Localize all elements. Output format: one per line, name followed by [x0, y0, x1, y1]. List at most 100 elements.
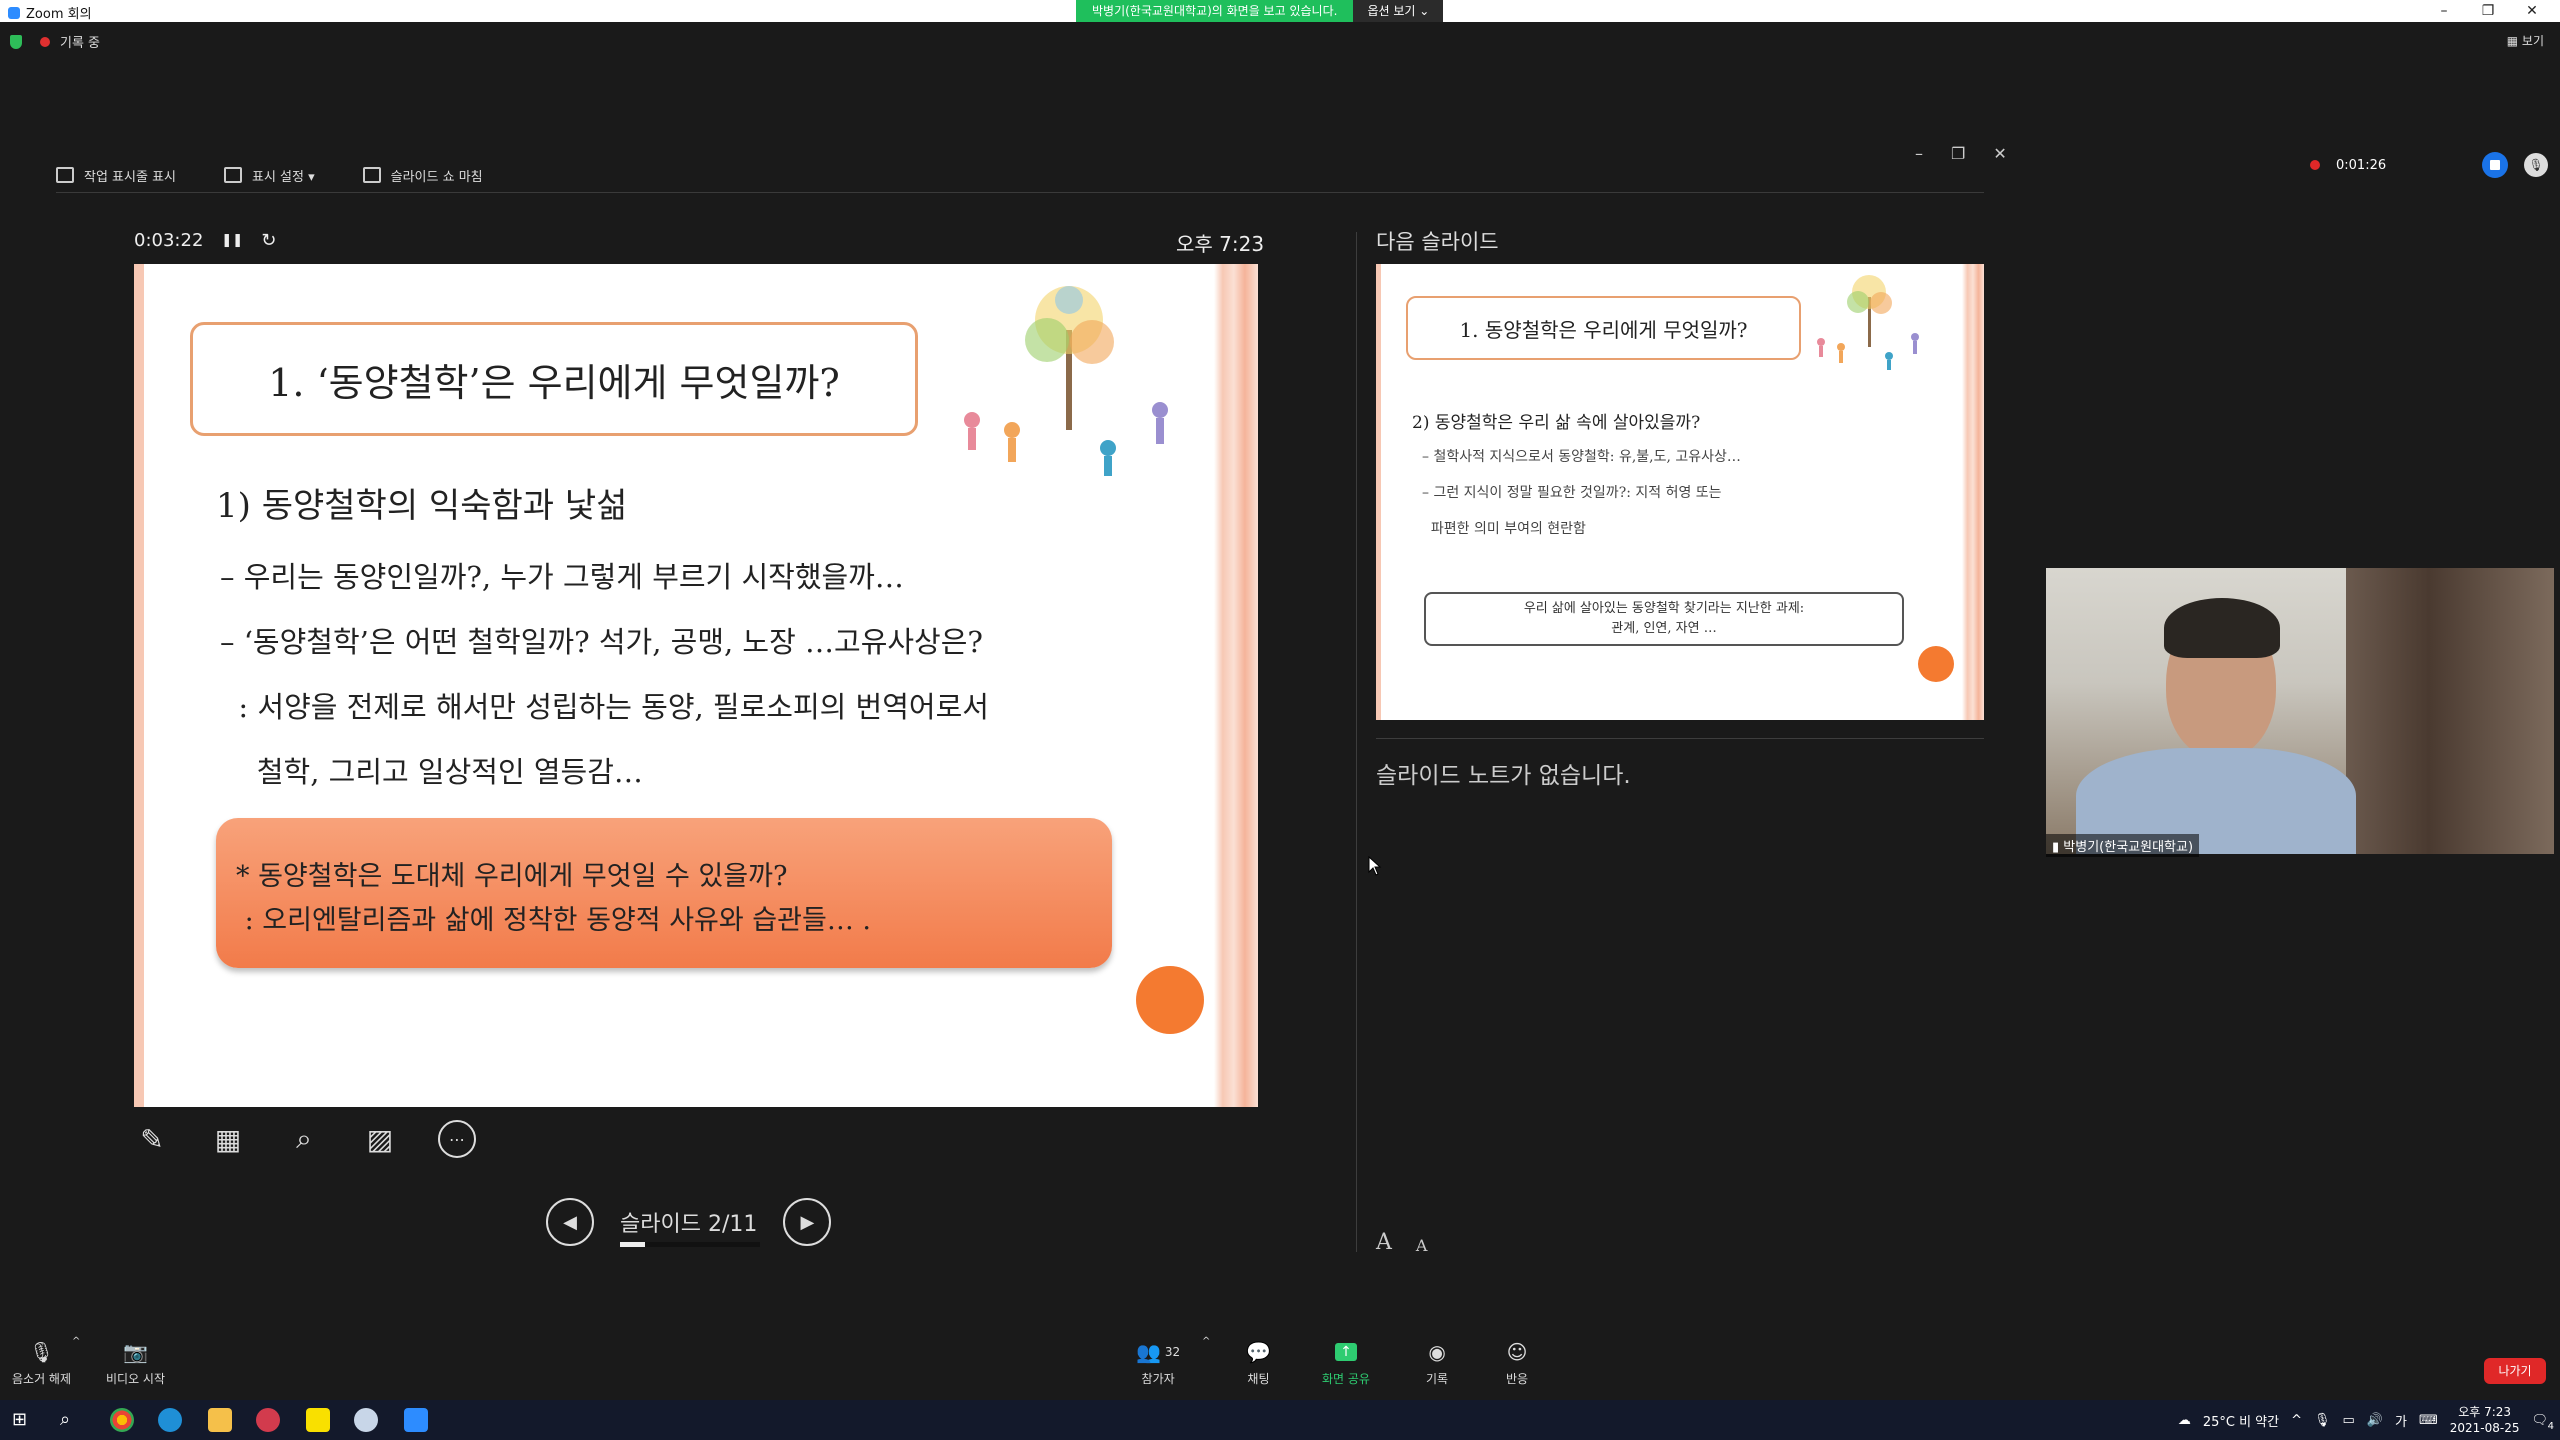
next-slide-heading: 2) 동양철학은 우리 삶 속에 살아있을까?	[1412, 413, 1701, 433]
app-icon-cloud[interactable]	[354, 1408, 378, 1432]
zoom-taskbar-icon[interactable]	[404, 1408, 428, 1432]
presenter-restore-button[interactable]: ❐	[1951, 144, 1965, 163]
next-slide-preview[interactable]: 1. 동양철학은 우리에게 무엇일까? 2) 동양철학은 우리 삶 속에 살아있…	[1376, 264, 1984, 720]
end-slideshow-icon	[362, 167, 381, 183]
weather-text[interactable]: 25°C 비 약간	[2203, 1411, 2279, 1430]
unmute-button[interactable]: 🎙 음소거 해제	[12, 1340, 71, 1387]
participants-options-caret[interactable]: ^	[1202, 1336, 1210, 1347]
next-slide-button[interactable]: ▶	[783, 1198, 832, 1246]
show-taskbar-button[interactable]: 작업 표시줄 표시	[56, 166, 176, 185]
weather-icon: ☁	[2177, 1412, 2191, 1428]
reset-timer-icon[interactable]: ↻	[261, 230, 276, 251]
slide-counter: 슬라이드 2/11	[620, 1206, 760, 1247]
zoom-slide-icon[interactable]: ⌕	[286, 1121, 322, 1157]
taskbar-clock[interactable]: 오후 7:23 2021-08-25	[2450, 1404, 2520, 1436]
mouse-cursor-icon	[1368, 856, 1382, 876]
grid-view-icon: ▦	[2506, 34, 2522, 48]
signal-bars-icon: ▮	[2052, 840, 2064, 855]
orange-circle-decoration	[1136, 966, 1204, 1034]
maximize-button[interactable]: ❐	[2466, 0, 2510, 22]
stop-icon	[2490, 160, 2501, 170]
reactions-icon: ☺	[1506, 1340, 1528, 1364]
search-icon[interactable]: ⌕	[60, 1408, 84, 1432]
taskbar-icon	[56, 167, 74, 183]
current-time: 오후 7:23	[1176, 232, 1265, 256]
pen-tool-icon[interactable]: ✎	[134, 1121, 170, 1157]
participant-count: 32	[1164, 1345, 1181, 1359]
meeting-status-bar: 기록 중	[10, 32, 100, 51]
record-icon: ◉	[1428, 1340, 1446, 1364]
close-button[interactable]: ✕	[2510, 0, 2554, 22]
view-options-button[interactable]: 옵션 보기 ⌄	[1353, 0, 1444, 22]
share-screen-icon: ↑	[1334, 1340, 1357, 1364]
microphone-tray-icon[interactable]: 🎙	[2314, 1413, 2331, 1428]
end-slideshow-label: 슬라이드 쇼 마침	[390, 169, 483, 185]
recording-duration: 0:01:26	[2336, 157, 2387, 173]
reactions-button[interactable]: ☺ 반응	[1506, 1340, 1528, 1387]
tray-chevron-icon[interactable]: ^	[2291, 1413, 2302, 1428]
leave-meeting-button[interactable]: 나가기	[2484, 1358, 2546, 1384]
slide-line-4: 철학, 그리고 일상적인 열등감…	[220, 755, 643, 789]
start-video-button[interactable]: 📷 비디오 시작	[106, 1340, 165, 1387]
next-slide-line-3: 파편한 의미 부여의 현란함	[1422, 521, 1586, 537]
presenter-close-button[interactable]: ✕	[1993, 144, 2006, 163]
previous-slide-button[interactable]: ◀	[546, 1198, 594, 1246]
keyboard-icon[interactable]: ⌨	[2419, 1413, 2438, 1428]
next-slide-title: 1. 동양철학은 우리에게 무엇일까?	[1459, 317, 1748, 342]
minimize-button[interactable]: –	[2422, 0, 2466, 22]
participants-button[interactable]: 👥 32 참가자	[1136, 1340, 1180, 1387]
volume-icon[interactable]: 🔊	[2367, 1413, 2383, 1428]
network-icon[interactable]: ▭	[2343, 1413, 2355, 1428]
share-screen-label: 화면 공유	[1322, 1372, 1370, 1386]
ime-indicator[interactable]: 가	[2395, 1411, 2407, 1430]
slide-title: 1. ‘동양철학’은 우리에게 무엇일까?	[268, 360, 840, 405]
presenter-minimize-button[interactable]: –	[1915, 144, 1923, 163]
pause-timer-icon[interactable]: ❚❚	[221, 233, 243, 248]
app-icon-red[interactable]	[256, 1408, 280, 1432]
notes-divider[interactable]	[1376, 738, 1984, 739]
recording-status-label: 기록 중	[60, 36, 101, 51]
participants-label: 참가자	[1141, 1372, 1175, 1386]
start-menu-icon[interactable]: ⊞	[12, 1408, 36, 1432]
slide-progress-fill	[620, 1242, 646, 1247]
view-button-label: 보기	[2521, 34, 2544, 48]
end-slideshow-button[interactable]: 슬라이드 쇼 마침	[362, 166, 483, 185]
slide-counter-label: 슬라이드 2/11	[620, 1212, 758, 1237]
show-taskbar-label: 작업 표시줄 표시	[84, 169, 176, 185]
mute-mic-icon[interactable]: 🎙	[2524, 153, 2549, 177]
notification-icon[interactable]: 🗨 4	[2531, 1413, 2554, 1432]
stop-recording-button[interactable]	[2482, 152, 2509, 178]
taskbar-date: 2021-08-25	[2449, 1421, 2520, 1435]
slide-line-3: : 서양을 전제로 해서만 성립하는 동양, 필로소피의 번역어로서	[220, 690, 989, 724]
black-screen-icon[interactable]: ▨	[362, 1121, 398, 1157]
view-button[interactable]: ▦ 보기	[2507, 32, 2544, 49]
recording-widget: 0:01:26 🎙	[2310, 152, 2549, 178]
audio-options-caret[interactable]: ^	[72, 1336, 80, 1347]
next-slide-box-line-2: 관계, 인연, 자연 …	[1611, 621, 1717, 636]
record-button[interactable]: ◉ 기록	[1426, 1340, 1448, 1387]
next-slide-line-1: – 철학사적 지식으로서 동양철학: 유,불,도, 고유사상…	[1422, 449, 1741, 465]
chat-button[interactable]: 💬 채팅	[1246, 1340, 1271, 1387]
shield-icon	[10, 34, 22, 49]
file-explorer-icon[interactable]	[208, 1408, 232, 1432]
meeting-controls: 🎙 음소거 해제 ^ 📷 비디오 시작 👥 32 참가자 ^ 💬 채팅 ↑ 화면 …	[0, 1336, 2560, 1400]
record-label: 기록	[1426, 1372, 1449, 1386]
notification-count: 4	[2547, 1420, 2554, 1432]
see-all-slides-icon[interactable]: ▦	[210, 1121, 246, 1157]
participant-video[interactable]	[2046, 568, 2554, 854]
display-settings-label: 표시 설정 ▾	[252, 169, 315, 185]
more-options-icon[interactable]: ⋯	[438, 1120, 476, 1158]
edge-icon[interactable]	[158, 1408, 182, 1432]
display-settings-button[interactable]: 표시 설정 ▾	[224, 166, 315, 185]
share-screen-button[interactable]: ↑ 화면 공유	[1322, 1340, 1370, 1387]
recording-indicator-icon	[2310, 160, 2320, 170]
slide-callout-box: * 동양철학은 도대체 우리에게 무엇일 수 있을까? : 오리엔탈리즘과 삶에…	[216, 818, 1112, 968]
chat-label: 채팅	[1247, 1372, 1270, 1386]
increase-font-button[interactable]: A	[1376, 1230, 1392, 1255]
callout-line-1: * 동양철학은 도대체 우리에게 무엇일 수 있을까?	[236, 861, 788, 892]
kakaotalk-icon[interactable]	[306, 1408, 330, 1432]
pane-divider[interactable]	[1356, 232, 1357, 1252]
next-tree-illustration	[1817, 275, 1919, 370]
decrease-font-button[interactable]: A	[1416, 1230, 1428, 1255]
chrome-icon[interactable]	[110, 1408, 134, 1432]
